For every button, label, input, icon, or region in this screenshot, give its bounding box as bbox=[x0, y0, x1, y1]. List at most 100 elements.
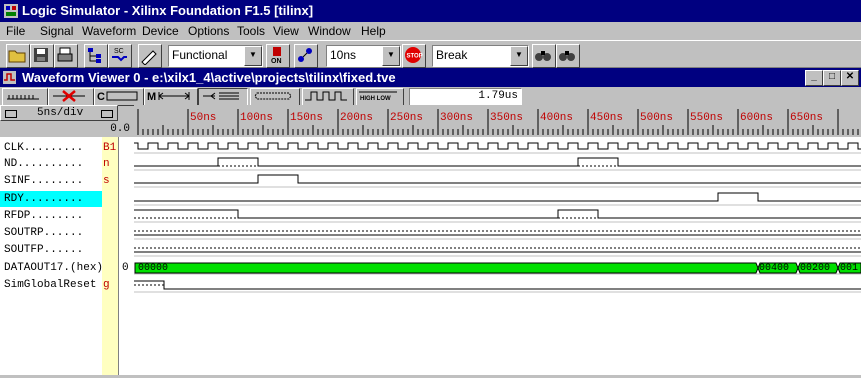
floppy-icon bbox=[34, 48, 48, 62]
waveform-window-title: Waveform Viewer 0 - e:\xilx1_4\active\pr… bbox=[22, 70, 396, 85]
probe-button[interactable] bbox=[138, 44, 162, 68]
find-prev-button[interactable] bbox=[532, 44, 556, 68]
stimulus-clk: B1 bbox=[103, 142, 117, 154]
simglobalreset-waveform bbox=[134, 280, 861, 290]
ruler-icon bbox=[7, 95, 39, 100]
scale-value: 5ns/div bbox=[37, 107, 84, 119]
signal-name-nd[interactable]: ND.......... bbox=[4, 158, 104, 170]
rdy-waveform bbox=[134, 192, 861, 202]
main-toolbar: SC Functional ▼ ON 10ns ▼ STOP Break ▼ bbox=[0, 40, 861, 68]
ruler-label: 450ns bbox=[590, 112, 623, 124]
pattern-icon bbox=[305, 91, 347, 101]
high-low-icon: HIGH LOW bbox=[359, 91, 397, 102]
signal-name-clk[interactable]: CLK......... bbox=[4, 142, 104, 154]
time-ruler[interactable]: 50ns 100ns 150ns 200ns 250ns 300ns 350ns 400ns 4… bbox=[134, 105, 861, 137]
ruler-label: 600ns bbox=[740, 112, 773, 124]
clock-button[interactable]: C bbox=[94, 88, 144, 106]
menu-help[interactable]: Help bbox=[361, 24, 386, 38]
power-on-icon: ON bbox=[271, 47, 282, 65]
bus-button[interactable] bbox=[250, 88, 300, 106]
probe-icon bbox=[141, 50, 157, 66]
signal-name-rfdp[interactable]: RFDP........ bbox=[4, 210, 104, 222]
print-button[interactable] bbox=[54, 44, 78, 68]
menu-file[interactable]: File bbox=[6, 24, 25, 38]
clock-signal-icon: C bbox=[97, 91, 138, 103]
menu-device[interactable]: Device bbox=[142, 24, 179, 38]
svg-text:STOP: STOP bbox=[407, 54, 423, 60]
minimize-button[interactable]: _ bbox=[805, 70, 823, 86]
scale-up-icon bbox=[101, 110, 113, 118]
measure-button[interactable]: M bbox=[144, 88, 198, 106]
stimulus-sinf: s bbox=[103, 175, 110, 187]
menu-signal[interactable]: Signal bbox=[40, 24, 73, 38]
binoculars-icon bbox=[559, 51, 575, 61]
waveform-toolbar: C M HIGH LOW 1.79us bbox=[0, 87, 861, 106]
signal-name-simglobalreset[interactable]: SimGlobalReset bbox=[4, 279, 104, 291]
menu-bar: File Signal Waveform Device Options Tool… bbox=[0, 22, 861, 40]
stimulus-nd: n bbox=[103, 158, 110, 170]
ruler-label: 100ns bbox=[240, 112, 273, 124]
pattern-button[interactable] bbox=[302, 88, 354, 106]
signal-name-soutrp[interactable]: SOUTRP...... bbox=[4, 227, 104, 239]
mode-select[interactable]: Functional ▼ bbox=[168, 45, 263, 67]
bus-value-2: 00200 bbox=[800, 263, 831, 274]
stimulus-simglobalreset: g bbox=[103, 279, 110, 291]
chevron-down-icon: ▼ bbox=[510, 46, 528, 66]
marker-button[interactable] bbox=[198, 88, 248, 106]
step-size-value: 10ns bbox=[330, 48, 357, 62]
printer-icon bbox=[57, 47, 73, 62]
scale-down-icon bbox=[5, 110, 17, 118]
step-button[interactable] bbox=[294, 44, 318, 68]
ruler-label: 500ns bbox=[640, 112, 673, 124]
signal-name-soutfp[interactable]: SOUTFP...... bbox=[4, 244, 104, 256]
menu-window[interactable]: Window bbox=[308, 24, 351, 38]
find-next-button[interactable] bbox=[556, 44, 580, 68]
hierarchy-button[interactable] bbox=[84, 44, 108, 68]
bus-segment-0 bbox=[134, 262, 759, 274]
menu-view[interactable]: View bbox=[273, 24, 299, 38]
break-select-value: Break bbox=[436, 48, 468, 62]
ruler-label: 300ns bbox=[440, 112, 473, 124]
ruler-label: 350ns bbox=[490, 112, 523, 124]
signal-name-sinf[interactable]: SINF........ bbox=[4, 175, 104, 187]
sc-probe-icon: SC bbox=[112, 48, 127, 62]
hierarchy-icon bbox=[88, 48, 101, 63]
high-low-button[interactable]: HIGH LOW bbox=[356, 88, 404, 106]
step-size-select[interactable]: 10ns ▼ bbox=[326, 45, 401, 67]
menu-options[interactable]: Options bbox=[188, 24, 229, 38]
menu-tools[interactable]: Tools bbox=[237, 24, 265, 38]
scale-control[interactable]: 5ns/div bbox=[0, 105, 118, 121]
delete-icon bbox=[53, 90, 85, 102]
measure-icon: M bbox=[147, 91, 190, 103]
binoculars-icon bbox=[535, 51, 551, 61]
stimulus-column: B1 n s g bbox=[102, 137, 118, 375]
ruler-label: 400ns bbox=[540, 112, 573, 124]
bus-icon bbox=[254, 92, 292, 100]
value-dataout17: 0 bbox=[122, 262, 129, 274]
step-icon bbox=[298, 48, 312, 62]
ruler-label: 650ns bbox=[790, 112, 823, 124]
chevron-down-icon: ▼ bbox=[382, 46, 400, 66]
power-on-button[interactable]: ON bbox=[266, 44, 290, 68]
origin-value: 0.0 bbox=[110, 123, 130, 135]
waveform-icon bbox=[3, 71, 16, 84]
save-button[interactable] bbox=[30, 44, 54, 68]
waveform-area[interactable]: 00000 00400 00200 001 bbox=[134, 137, 861, 375]
break-select[interactable]: Break ▼ bbox=[432, 45, 529, 67]
folder-icon bbox=[8, 50, 26, 63]
open-button[interactable] bbox=[6, 44, 30, 68]
stop-button[interactable]: STOP bbox=[402, 44, 426, 68]
signal-name-dataout17[interactable]: DATAOUT17.(hex) bbox=[4, 262, 104, 274]
waveform-window-title-bar: Waveform Viewer 0 - e:\xilx1_4\active\pr… bbox=[0, 68, 861, 87]
delete-signal-button[interactable] bbox=[48, 88, 94, 106]
sc-button[interactable]: SC bbox=[108, 44, 132, 68]
maximize-button[interactable]: □ bbox=[823, 70, 841, 86]
svg-text:HIGH LOW: HIGH LOW bbox=[360, 96, 391, 102]
add-signal-button[interactable] bbox=[2, 88, 48, 106]
close-button[interactable]: ✕ bbox=[841, 70, 859, 86]
signal-name-rdy[interactable]: RDY......... bbox=[4, 193, 104, 205]
value-column: 0 bbox=[118, 137, 134, 375]
marker-icon bbox=[203, 92, 239, 100]
menu-waveform[interactable]: Waveform bbox=[82, 24, 136, 38]
window-title: Logic Simulator - Xilinx Foundation F1.5… bbox=[22, 3, 314, 18]
